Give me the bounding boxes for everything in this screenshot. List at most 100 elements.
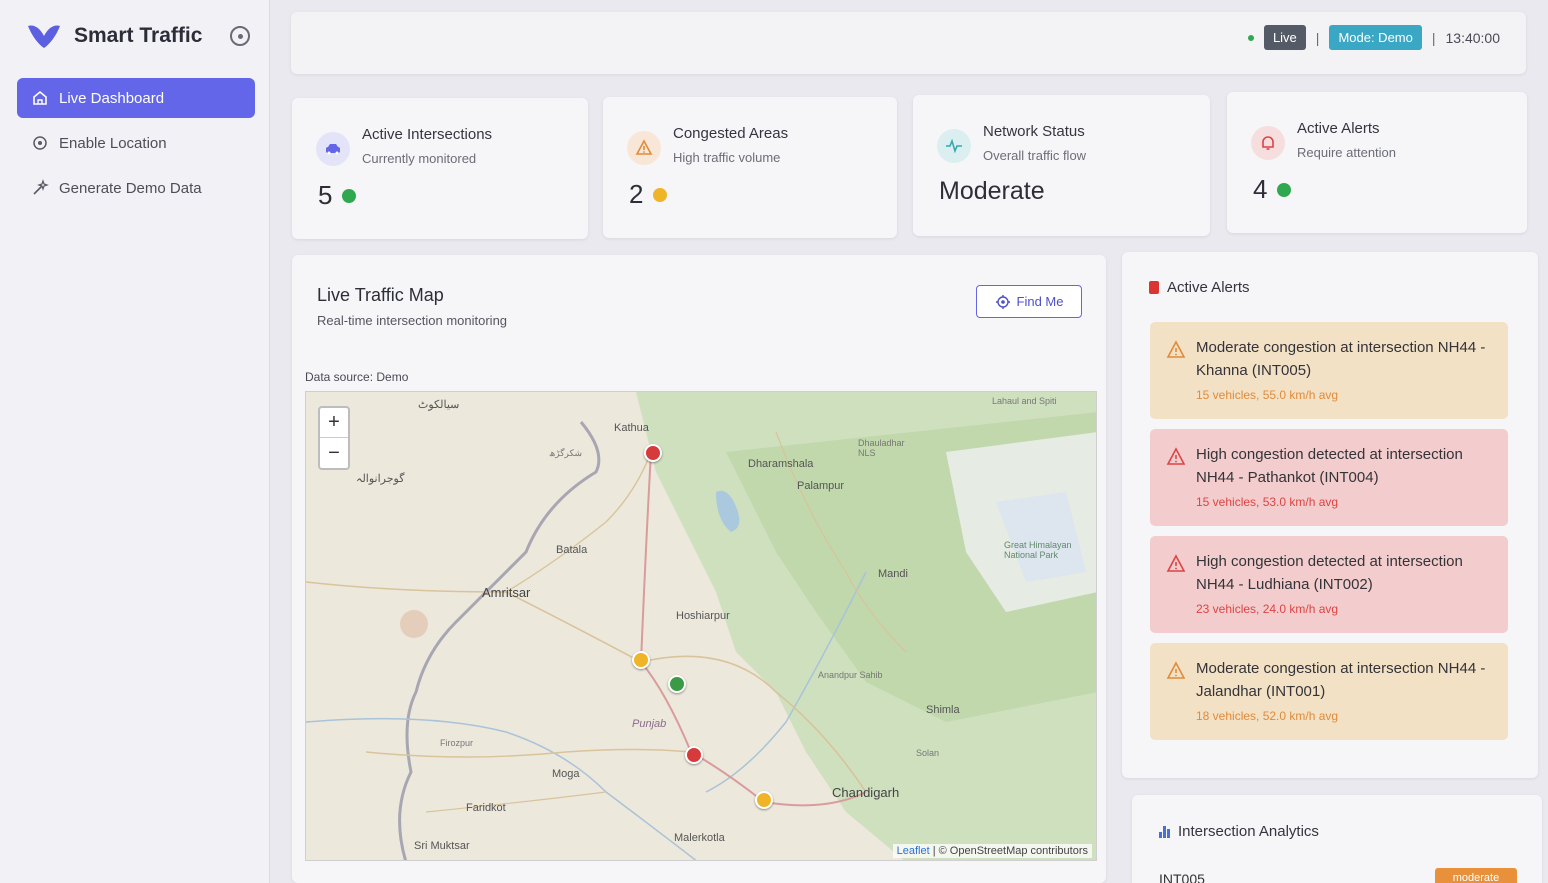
place-label: شکرگڑھ bbox=[549, 448, 583, 458]
settings-toggle-icon[interactable] bbox=[230, 26, 250, 46]
alert-item[interactable]: Moderate congestion at intersection NH44… bbox=[1150, 643, 1508, 740]
stat-value: Moderate bbox=[939, 177, 1045, 205]
intersection-marker-int004[interactable] bbox=[644, 444, 662, 462]
active-alerts-panel: Active Alerts Moderate congestion at int… bbox=[1122, 252, 1538, 778]
app-title: Smart Traffic bbox=[74, 24, 203, 47]
stat-number: 4 bbox=[1253, 174, 1268, 204]
map-attribution: Leaflet | © OpenStreetMap contributors bbox=[892, 844, 1092, 858]
alert-item[interactable]: High congestion detected at intersection… bbox=[1150, 429, 1508, 526]
place-label: Amritsar bbox=[482, 585, 531, 600]
status-dot bbox=[653, 187, 668, 202]
warning-icon bbox=[1166, 661, 1186, 679]
stat-value: 5 bbox=[318, 180, 357, 211]
alert-meta: 15 vehicles, 53.0 km/h avg bbox=[1196, 495, 1339, 509]
status-dot bbox=[342, 188, 357, 203]
place-label: Shimla bbox=[926, 704, 960, 716]
zoom-in-button[interactable]: + bbox=[320, 408, 348, 438]
stat-subtitle: Overall traffic flow bbox=[983, 148, 1087, 163]
stat-card-active-intersections: Active Intersections Currently monitored… bbox=[292, 98, 588, 239]
alert-item[interactable]: Moderate congestion at intersection NH44… bbox=[1150, 322, 1508, 419]
status-area: Live | Mode: Demo | 13:40:00 bbox=[1247, 25, 1501, 50]
top-bar: Live | Mode: Demo | 13:40:00 bbox=[291, 12, 1526, 74]
pulse-icon bbox=[937, 129, 971, 163]
stat-title: Active Intersections bbox=[362, 126, 493, 143]
data-source-label: Data source: Demo bbox=[305, 370, 409, 384]
status-dot bbox=[1277, 182, 1292, 197]
warning-icon bbox=[1166, 554, 1186, 572]
stat-number: 5 bbox=[318, 180, 333, 210]
place-label: Malerkotla bbox=[674, 832, 725, 844]
alert-item[interactable]: High congestion detected at intersection… bbox=[1150, 536, 1508, 633]
stat-subtitle: High traffic volume bbox=[673, 150, 781, 165]
sidebar-item-label: Generate Demo Data bbox=[59, 179, 202, 197]
bell-icon bbox=[1251, 126, 1285, 160]
zoom-out-button[interactable]: − bbox=[320, 438, 348, 468]
separator: | bbox=[1431, 29, 1436, 46]
alert-meta: 15 vehicles, 55.0 km/h avg bbox=[1196, 388, 1339, 402]
map-title: Live Traffic Map bbox=[317, 285, 444, 305]
place-label: Hoshiarpur bbox=[676, 610, 730, 622]
stat-card-congested-areas: Congested Areas High traffic volume 2 bbox=[603, 97, 897, 238]
stat-card-active-alerts: Active Alerts Require attention 4 bbox=[1227, 92, 1527, 233]
warning-icon bbox=[1166, 447, 1186, 465]
place-label: Great Himalayan National Park bbox=[1004, 540, 1072, 560]
analytics-header: Intersection Analytics bbox=[1159, 823, 1319, 840]
sidebar-item-enable-location[interactable]: Enable Location bbox=[17, 123, 255, 163]
place-label: Moga bbox=[552, 768, 580, 780]
stat-title: Active Alerts bbox=[1297, 120, 1380, 137]
place-label: Solan bbox=[916, 748, 940, 758]
stat-number: 2 bbox=[629, 179, 644, 209]
intersection-marker-int003[interactable] bbox=[668, 675, 686, 693]
osm-attribution: | © OpenStreetMap contributors bbox=[932, 845, 1088, 857]
place-label: Faridkot bbox=[466, 802, 506, 814]
place-label: Palampur bbox=[797, 480, 845, 492]
sidebar-nav: Live Dashboard Enable Location Generate … bbox=[17, 78, 255, 213]
sidebar-item-generate-demo-data[interactable]: Generate Demo Data bbox=[17, 168, 255, 208]
stat-subtitle: Currently monitored bbox=[362, 151, 477, 166]
find-me-label: Find Me bbox=[1016, 294, 1064, 309]
alert-meta: 23 vehicles, 24.0 km/h avg bbox=[1196, 602, 1339, 616]
stat-value: 4 bbox=[1253, 174, 1292, 205]
sidebar: Smart Traffic Live Dashboard Enable Loca… bbox=[0, 0, 270, 883]
place-label: گوجرانوالہ bbox=[356, 473, 405, 485]
leaflet-link[interactable]: Leaflet bbox=[897, 845, 930, 857]
place-label: سیالکوٹ bbox=[418, 399, 460, 411]
intersection-marker-int001[interactable] bbox=[632, 651, 650, 669]
alert-message: High congestion detected at intersection… bbox=[1196, 553, 1463, 593]
alert-message: Moderate congestion at intersection NH44… bbox=[1196, 339, 1486, 379]
live-badge: Live bbox=[1263, 25, 1306, 50]
mode-badge: Mode: Demo bbox=[1329, 25, 1422, 50]
bar-chart-icon bbox=[1159, 825, 1172, 838]
map-canvas[interactable]: Amritsar Chandigarh Batala Mandi Shimla … bbox=[305, 391, 1097, 861]
alert-message: High congestion detected at intersection… bbox=[1196, 446, 1463, 486]
stat-card-network-status: Network Status Overall traffic flow Mode… bbox=[913, 95, 1210, 236]
stat-value: 2 bbox=[629, 179, 668, 210]
place-label: Anandpur Sahib bbox=[818, 670, 883, 680]
sidebar-item-label: Enable Location bbox=[59, 134, 167, 152]
warning-icon bbox=[1166, 340, 1186, 358]
clock: 13:40:00 bbox=[1445, 29, 1501, 46]
target-icon bbox=[33, 136, 47, 150]
place-label: Firozpur bbox=[440, 738, 474, 748]
brand: Smart Traffic bbox=[26, 22, 202, 50]
live-indicator-dot bbox=[1247, 34, 1254, 41]
place-label: Lahaul and Spiti bbox=[992, 396, 1057, 406]
logo-icon bbox=[28, 25, 60, 48]
status-badge: moderate bbox=[1435, 868, 1517, 883]
crosshair-icon bbox=[995, 294, 1010, 309]
place-label: Mandi bbox=[878, 568, 908, 580]
intersection-marker-int005[interactable] bbox=[755, 791, 773, 809]
sidebar-item-live-dashboard[interactable]: Live Dashboard bbox=[17, 78, 255, 118]
intersection-marker-int002[interactable] bbox=[685, 746, 703, 764]
intersection-analytics-panel: Intersection Analytics INT005 moderate bbox=[1132, 795, 1542, 883]
alert-meta: 18 vehicles, 52.0 km/h avg bbox=[1196, 709, 1339, 723]
stat-subtitle: Require attention bbox=[1297, 145, 1397, 160]
place-label: Sri Muktsar bbox=[414, 840, 470, 852]
alerts-title: Active Alerts bbox=[1167, 279, 1250, 296]
car-icon bbox=[316, 132, 350, 166]
magic-wand-icon bbox=[33, 179, 49, 195]
find-me-button[interactable]: Find Me bbox=[976, 285, 1082, 318]
intersection-id: INT005 bbox=[1159, 871, 1205, 883]
alert-message: Moderate congestion at intersection NH44… bbox=[1196, 660, 1486, 700]
place-label: Chandigarh bbox=[832, 785, 900, 800]
